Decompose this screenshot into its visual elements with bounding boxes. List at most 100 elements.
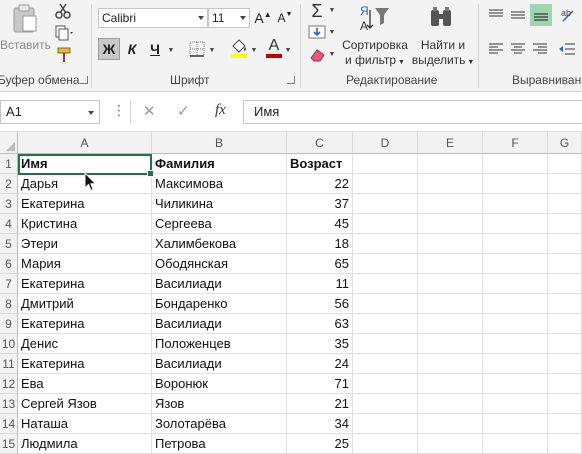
font-launcher-icon[interactable] xyxy=(287,76,295,84)
row-header[interactable]: 4 xyxy=(0,214,18,234)
column-header-f[interactable]: F xyxy=(483,132,548,154)
table-cell[interactable] xyxy=(418,214,483,234)
table-cell[interactable]: Василиади xyxy=(152,354,287,374)
table-cell[interactable]: 18 xyxy=(287,234,353,254)
row-header[interactable]: 14 xyxy=(0,414,18,434)
shrink-font-button[interactable]: A ▼ xyxy=(276,8,294,28)
column-header-a[interactable]: A xyxy=(18,132,152,154)
table-cell[interactable]: 34 xyxy=(287,414,353,434)
table-cell[interactable] xyxy=(483,274,548,294)
table-cell[interactable] xyxy=(548,434,582,454)
table-cell[interactable] xyxy=(548,234,582,254)
table-cell[interactable] xyxy=(353,354,418,374)
align-center-icon[interactable] xyxy=(508,40,528,58)
table-cell[interactable]: Воронюк xyxy=(152,374,287,394)
table-cell[interactable] xyxy=(353,314,418,334)
table-cell[interactable] xyxy=(548,254,582,274)
paste-button[interactable]: Вставить xyxy=(0,38,51,53)
align-left-icon[interactable] xyxy=(486,40,506,58)
table-cell[interactable]: Петрова xyxy=(152,434,287,454)
sort-filter-icon[interactable]: Я А xyxy=(356,2,390,34)
orientation-icon[interactable]: ab xyxy=(558,4,580,26)
insert-function-icon[interactable]: fx xyxy=(215,102,226,119)
table-cell[interactable]: Денис xyxy=(18,334,152,354)
table-cell[interactable]: Екатерина xyxy=(18,194,152,214)
table-cell[interactable]: 65 xyxy=(287,254,353,274)
table-cell[interactable] xyxy=(418,314,483,334)
table-cell[interactable]: Сергей Язов xyxy=(18,394,152,414)
table-cell[interactable] xyxy=(483,394,548,414)
table-cell[interactable]: 56 xyxy=(287,294,353,314)
table-cell[interactable] xyxy=(483,354,548,374)
table-cell[interactable]: Екатерина xyxy=(18,354,152,374)
formula-input[interactable]: Имя xyxy=(243,100,582,124)
table-cell[interactable] xyxy=(483,374,548,394)
table-cell[interactable] xyxy=(548,314,582,334)
table-cell[interactable] xyxy=(353,254,418,274)
table-cell[interactable] xyxy=(418,294,483,314)
table-cell[interactable] xyxy=(353,234,418,254)
font-color-icon[interactable]: A xyxy=(264,36,284,60)
enter-icon[interactable]: ✓ xyxy=(177,102,190,120)
formula-bar-options-icon[interactable]: ⋮ xyxy=(112,102,126,119)
table-cell[interactable]: Ева xyxy=(18,374,152,394)
table-cell[interactable]: Мария xyxy=(18,254,152,274)
table-cell[interactable] xyxy=(418,174,483,194)
underline-dropdown-icon[interactable]: ▼ xyxy=(167,46,175,54)
table-cell[interactable]: Сергеева xyxy=(152,214,287,234)
copy-icon[interactable] xyxy=(54,24,76,42)
clear-icon[interactable] xyxy=(306,46,328,64)
row-header[interactable]: 12 xyxy=(0,374,18,394)
table-cell[interactable] xyxy=(418,334,483,354)
table-cell[interactable]: Язов xyxy=(152,394,287,414)
row-header[interactable]: 6 xyxy=(0,254,18,274)
row-header[interactable]: 9 xyxy=(0,314,18,334)
table-cell[interactable] xyxy=(418,234,483,254)
fill-color-dropdown-icon[interactable]: ▼ xyxy=(250,46,258,54)
table-cell[interactable] xyxy=(418,394,483,414)
table-cell[interactable]: Золотарёва xyxy=(152,414,287,434)
table-cell[interactable]: Чиликина xyxy=(152,194,287,214)
align-right-icon[interactable] xyxy=(530,40,550,58)
column-header-g[interactable]: G xyxy=(548,132,582,154)
row-header[interactable]: 13 xyxy=(0,394,18,414)
table-cell[interactable] xyxy=(548,174,582,194)
table-cell[interactable] xyxy=(548,214,582,234)
row-header[interactable]: 11 xyxy=(0,354,18,374)
column-header-b[interactable]: B xyxy=(152,132,287,154)
table-cell[interactable]: 22 xyxy=(287,174,353,194)
table-cell[interactable] xyxy=(483,314,548,334)
table-cell[interactable]: Ободянская xyxy=(152,254,287,274)
table-cell[interactable] xyxy=(483,254,548,274)
table-cell[interactable]: Людмила xyxy=(18,434,152,454)
table-cell[interactable] xyxy=(353,294,418,314)
font-size-select[interactable]: 11 xyxy=(208,8,250,28)
table-cell[interactable]: Максимова xyxy=(152,174,287,194)
table-cell[interactable] xyxy=(548,294,582,314)
clear-dropdown-icon[interactable]: ▼ xyxy=(328,50,336,58)
borders-icon[interactable] xyxy=(186,38,208,60)
table-cell[interactable] xyxy=(548,414,582,434)
table-cell[interactable]: Возраст xyxy=(287,154,353,174)
column-header-c[interactable]: C xyxy=(287,132,353,154)
borders-dropdown-icon[interactable]: ▼ xyxy=(208,46,216,54)
align-middle-icon[interactable] xyxy=(508,6,528,24)
table-cell[interactable]: 71 xyxy=(287,374,353,394)
table-cell[interactable]: 11 xyxy=(287,274,353,294)
table-cell[interactable]: Екатерина xyxy=(18,314,152,334)
table-cell[interactable]: Екатерина xyxy=(18,274,152,294)
row-header[interactable]: 7 xyxy=(0,274,18,294)
table-cell[interactable] xyxy=(418,254,483,274)
table-cell[interactable] xyxy=(548,394,582,414)
table-cell[interactable]: 24 xyxy=(287,354,353,374)
table-cell[interactable]: Дмитрий xyxy=(18,294,152,314)
table-cell[interactable]: Кристина xyxy=(18,214,152,234)
table-cell[interactable] xyxy=(418,434,483,454)
table-cell[interactable] xyxy=(353,374,418,394)
format-painter-icon[interactable] xyxy=(54,46,74,64)
table-cell[interactable]: 25 xyxy=(287,434,353,454)
table-cell[interactable] xyxy=(548,354,582,374)
table-cell[interactable] xyxy=(483,334,548,354)
autosum-icon[interactable]: Σ xyxy=(306,1,328,21)
table-cell[interactable] xyxy=(418,414,483,434)
